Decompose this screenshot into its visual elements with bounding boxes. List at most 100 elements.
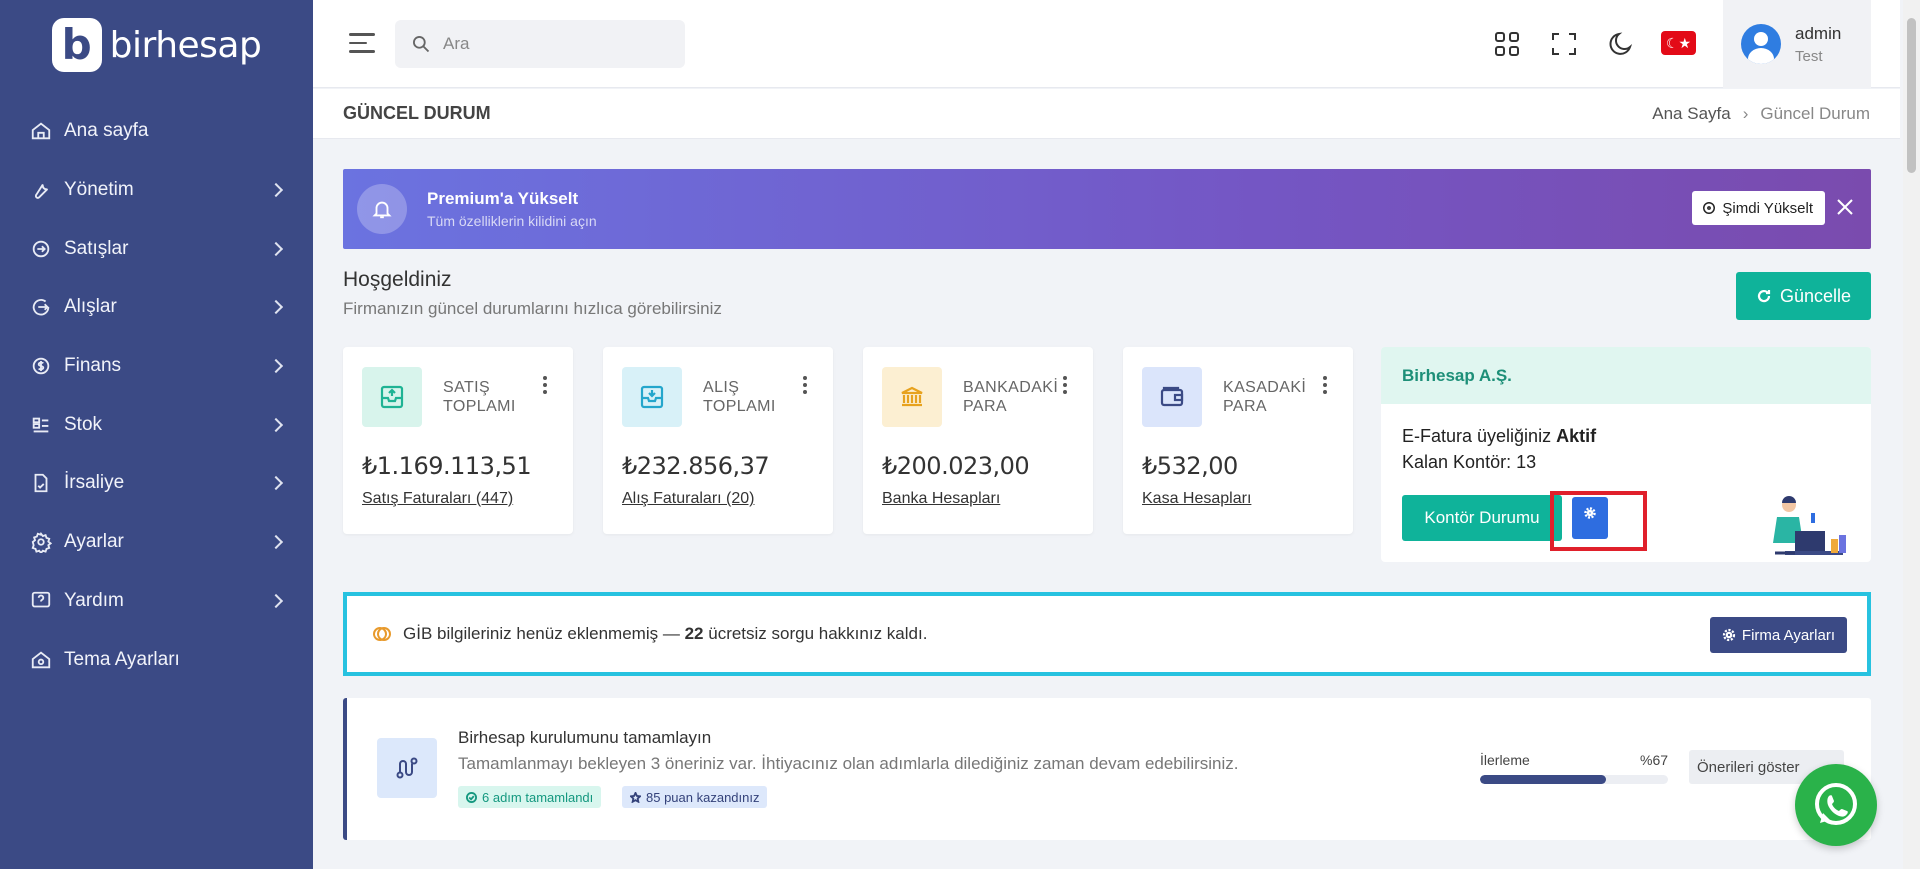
kontor-status-button[interactable]: Kontör Durumu: [1402, 495, 1562, 541]
sidebar-item-1[interactable]: Ana sayfa: [0, 102, 313, 161]
inbox-download-icon: [622, 367, 682, 427]
sidebar-item-7[interactable]: İrsaliye: [0, 454, 313, 513]
stat-value: ₺1.169.113,51: [362, 452, 532, 480]
sidebar-item-label: Ana sayfa: [64, 120, 149, 142]
points-earned-badge: 85 puan kazandınız: [622, 786, 768, 808]
steps-completed-badge: 6 adım tamamlandı: [458, 786, 602, 808]
gear-icon: [30, 531, 52, 554]
wallet-icon: [1142, 367, 1202, 427]
user-menu[interactable]: admin Test: [1723, 0, 1871, 88]
topbar: ☾★ admin Test: [313, 0, 1900, 88]
help-icon: [30, 590, 52, 612]
stat-label: KASADAKİ PARA: [1223, 379, 1307, 415]
bank-icon: [882, 367, 942, 427]
sidebar-item-10[interactable]: Tema Ayarları: [0, 630, 313, 689]
gear-icon: [1584, 507, 1596, 519]
stat-link[interactable]: Banka Hesapları: [882, 490, 1000, 508]
brand-name: birhesap: [109, 24, 262, 66]
upgrade-now-button[interactable]: Şimdi Yükselt: [1692, 191, 1825, 225]
chevron-right-icon: [268, 417, 284, 432]
premium-title: Premium'a Yükselt: [427, 189, 579, 208]
sidebar: b birhesap Ana sayfa Yönetim Satışlar Alışl…: [0, 0, 313, 869]
more-options-icon[interactable]: [1323, 376, 1327, 394]
stat-value: ₺532,00: [1142, 452, 1238, 480]
brand-logo[interactable]: b birhesap: [0, 0, 313, 90]
welcome-title: Hoşgeldiniz: [343, 268, 452, 291]
search-icon: [413, 36, 430, 53]
sidebar-item-5[interactable]: Finans: [0, 337, 313, 396]
sidebar-item-8[interactable]: Ayarlar: [0, 513, 313, 572]
gear-icon: [1722, 628, 1736, 642]
home-icon: [30, 120, 52, 142]
sidebar-item-label: Yönetim: [64, 179, 134, 201]
purchases-icon: [30, 296, 52, 318]
company-settings-button[interactable]: Firma Ayarları: [1709, 617, 1847, 653]
search-input[interactable]: [443, 34, 673, 54]
dark-mode-moon-icon[interactable]: [1607, 30, 1635, 58]
page-header: GÜNCEL DURUM Ana Sayfa › Güncel Durum: [313, 89, 1900, 139]
sidebar-item-label: İrsaliye: [64, 472, 125, 494]
turkey-flag-icon[interactable]: ☾★: [1661, 31, 1696, 55]
chevron-right-icon: [268, 359, 284, 374]
sidebar-item-label: Satışlar: [64, 237, 129, 259]
gib-notice: GİB bilgileriniz henüz eklenmemiş — 22 ü…: [343, 592, 1871, 676]
progress-label: İlerleme: [1480, 752, 1530, 768]
stat-link[interactable]: Kasa Hesapları: [1142, 490, 1251, 508]
sidebar-item-6[interactable]: Stok: [0, 395, 313, 454]
sidebar-item-label: Yardım: [64, 589, 124, 611]
route-icon: [377, 738, 437, 798]
stat-value: ₺200.023,00: [882, 452, 1030, 480]
more-options-icon[interactable]: [543, 376, 547, 394]
avatar: [1741, 24, 1781, 64]
chevron-right-icon: [268, 300, 284, 315]
sidebar-item-9[interactable]: Yardım: [0, 572, 313, 631]
premium-subtitle: Tüm özelliklerin kilidini açın: [427, 213, 597, 229]
sales-icon: [30, 238, 52, 260]
refresh-button[interactable]: Güncelle: [1736, 272, 1871, 320]
sidebar-nav: Ana sayfa Yönetim Satışlar Alışlar Finans Sto…: [0, 102, 313, 689]
sidebar-item-label: Tema Ayarları: [64, 648, 180, 670]
efatura-status: E-Fatura üyeliğiniz Aktif: [1402, 426, 1597, 446]
person-laptop-illustration: [1773, 496, 1846, 555]
menu-toggle-icon[interactable]: [349, 33, 375, 53]
welcome-subtitle: Firmanızın güncel durumlarını hızlıca gö…: [343, 299, 722, 318]
close-icon[interactable]: [1835, 197, 1855, 217]
company-card: Birhesap A.Ş. E-Fatura üyeliğiniz Aktif …: [1381, 347, 1871, 562]
fullscreen-icon[interactable]: [1550, 30, 1578, 58]
sidebar-item-4[interactable]: Alışlar: [0, 278, 313, 337]
stock-icon: [30, 414, 52, 436]
purchases-total-card: ALIŞ TOPLAMI ₺232.856,37 Alış Faturaları (…: [603, 347, 833, 534]
user-role: Test: [1795, 47, 1823, 65]
theme-icon: [30, 649, 52, 671]
kontor-remaining: Kalan Kontör: 13: [1402, 452, 1537, 472]
breadcrumb-home[interactable]: Ana Sayfa: [1652, 104, 1730, 123]
sidebar-item-3[interactable]: Satışlar: [0, 219, 313, 278]
user-name: admin: [1795, 23, 1842, 43]
setup-card: Birhesap kurulumunu tamamlayın Tamamlanm…: [343, 698, 1871, 840]
whatsapp-icon[interactable]: [1795, 764, 1877, 846]
apps-grid-icon[interactable]: [1493, 30, 1521, 58]
page-title: GÜNCEL DURUM: [343, 103, 491, 123]
more-options-icon[interactable]: [803, 376, 807, 394]
chevron-right-icon: [268, 535, 284, 550]
company-name: Birhesap A.Ş.: [1381, 347, 1871, 404]
refresh-icon: [1757, 289, 1771, 303]
kontor-settings-button[interactable]: [1572, 497, 1608, 539]
stat-label: SATIŞ TOPLAMI: [443, 379, 516, 415]
sales-total-card: SATIŞ TOPLAMI ₺1.169.113,51 Satış Faturala…: [343, 347, 573, 534]
progress-percent: %67: [1640, 752, 1669, 768]
stat-link[interactable]: Alış Faturaları (20): [622, 490, 754, 508]
more-options-icon[interactable]: [1063, 376, 1067, 394]
stat-label: BANKADAKİ PARA: [963, 379, 1059, 415]
setup-title: Birhesap kurulumunu tamamlayın: [458, 728, 712, 747]
inbox-upload-icon: [362, 367, 422, 427]
scrollbar-thumb[interactable]: [1907, 18, 1916, 173]
premium-banner: Premium'a Yükselt Tüm özelliklerin kilid…: [343, 169, 1871, 249]
rocket-icon: [1703, 202, 1716, 214]
logo-mark-icon: b: [51, 18, 102, 72]
page-scrollbar[interactable]: [1903, 0, 1920, 869]
search-box[interactable]: [395, 20, 685, 68]
stat-link[interactable]: Satış Faturaları (447): [362, 490, 513, 508]
sidebar-item-2[interactable]: Yönetim: [0, 161, 313, 220]
sidebar-item-label: Finans: [64, 355, 122, 377]
